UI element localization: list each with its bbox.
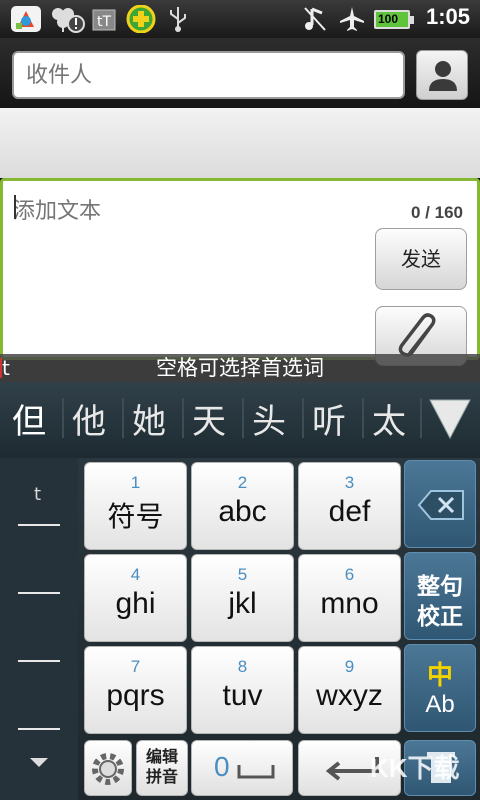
candidate-3[interactable]: 她 (132, 394, 166, 443)
key-number: 6 (344, 565, 355, 584)
contact-picker-button[interactable] (416, 50, 468, 100)
airplane-icon (340, 7, 364, 31)
mode-chinese-label: 中 (426, 661, 453, 691)
candidate-4[interactable]: 天 (192, 394, 226, 443)
candidate-divider (362, 398, 364, 438)
key-number: 4 (130, 565, 141, 584)
key-9[interactable]: 9 wxyz (298, 646, 401, 734)
recipient-input[interactable] (12, 51, 405, 99)
message-input[interactable] (13, 191, 368, 231)
clover-warning-icon (52, 8, 85, 33)
candidate-divider (302, 398, 304, 438)
char-counter: 0 / 160 (411, 203, 463, 222)
scroll-down-icon[interactable] (30, 758, 48, 767)
candidate-divider (182, 398, 184, 438)
plus-circle-icon (126, 5, 156, 33)
key-1[interactable]: 1 符号 (84, 462, 187, 550)
battery-icon: 100 (374, 10, 414, 29)
key-label: mno (320, 587, 379, 620)
key-number: 3 (344, 473, 355, 492)
mode-latin-label: Ab (425, 691, 455, 718)
pinyin-divider (18, 728, 60, 730)
space-icon (237, 765, 275, 779)
svg-text:tT: tT (97, 14, 111, 30)
edit-pinyin-button[interactable]: 编辑 拼音 (136, 740, 188, 796)
key-3[interactable]: 3 def (298, 462, 401, 550)
key-4[interactable]: 4 ghi (84, 554, 187, 642)
key-7[interactable]: 7 pqrs (84, 646, 187, 734)
key-number: 9 (344, 657, 355, 676)
backspace-button[interactable] (404, 460, 476, 548)
key-label: jkl (228, 587, 257, 620)
candidate-1[interactable]: 但 (12, 394, 46, 443)
key-label: 符号 (107, 500, 164, 533)
message-history-area (0, 108, 480, 178)
key-number: 5 (237, 565, 248, 584)
usb-icon (170, 7, 186, 32)
key-6[interactable]: 6 mno (298, 554, 401, 642)
edit-pinyin-line2: 拼音 (145, 767, 178, 786)
space-key[interactable]: 0 (191, 740, 293, 796)
candidate-7[interactable]: 太 (372, 394, 406, 443)
battery-level: 100 (378, 12, 399, 26)
key-label: wxyz (316, 679, 383, 712)
backspace-icon (417, 490, 464, 520)
candidate-6[interactable]: 听 (312, 394, 346, 443)
candidate-divider (62, 398, 64, 438)
key-5[interactable]: 5 jkl (191, 554, 294, 642)
status-time: 1:05 (425, 4, 470, 29)
candidate-2[interactable]: 他 (72, 394, 106, 443)
candidate-5[interactable]: 头 (252, 394, 286, 443)
key-number: 1 (130, 473, 141, 492)
key-2[interactable]: 2 abc (191, 462, 294, 550)
appstore-icon (11, 6, 41, 32)
key-label: tuv (222, 679, 263, 712)
gear-icon (92, 753, 124, 785)
send-button[interactable]: 发送 (375, 228, 467, 290)
candidate-divider (122, 398, 124, 438)
hint-text: 空格可选择首选词 (156, 356, 324, 380)
pinyin-divider (18, 524, 60, 526)
key-number: 2 (237, 473, 248, 492)
person-icon (429, 61, 457, 91)
watermark: KK下载 (370, 753, 460, 783)
sentence-correction-line2: 校正 (417, 604, 463, 630)
key-label: def (328, 495, 371, 528)
key-label: abc (218, 495, 267, 528)
sentence-correction-button[interactable]: 整句 校正 (404, 552, 476, 640)
music-off-icon (304, 7, 326, 31)
edit-pinyin-line1: 编辑 (145, 747, 178, 766)
input-mode-button[interactable]: 中 Ab (404, 644, 476, 732)
settings-button[interactable] (84, 740, 132, 796)
pinyin-option[interactable]: t (34, 484, 41, 505)
text-cursor (14, 195, 16, 219)
ime-hint-bar: t 空格可选择首选词 (0, 354, 480, 382)
key-number: 8 (237, 657, 248, 676)
sentence-correction-line1: 整句 (417, 574, 463, 600)
candidate-bar: 但 他 她 天 头 听 太 (0, 382, 480, 458)
pinyin-divider (18, 592, 60, 594)
pinyin-list: t (0, 458, 78, 800)
tt-icon: tT (92, 9, 116, 31)
composing-text: t (2, 356, 10, 380)
status-bar: tT 100 1:05 (0, 0, 480, 38)
recipient-area (0, 38, 480, 108)
candidate-divider (242, 398, 244, 438)
candidate-divider (420, 398, 422, 438)
space-key-number: 0 (214, 751, 230, 782)
key-number: 7 (130, 657, 141, 676)
key-8[interactable]: 8 tuv (191, 646, 294, 734)
expand-candidates-icon[interactable] (424, 390, 476, 446)
pinyin-divider (18, 660, 60, 662)
key-label: pqrs (106, 679, 165, 712)
compose-box: 0 / 160 发送 (0, 178, 480, 366)
key-label: ghi (115, 587, 156, 620)
